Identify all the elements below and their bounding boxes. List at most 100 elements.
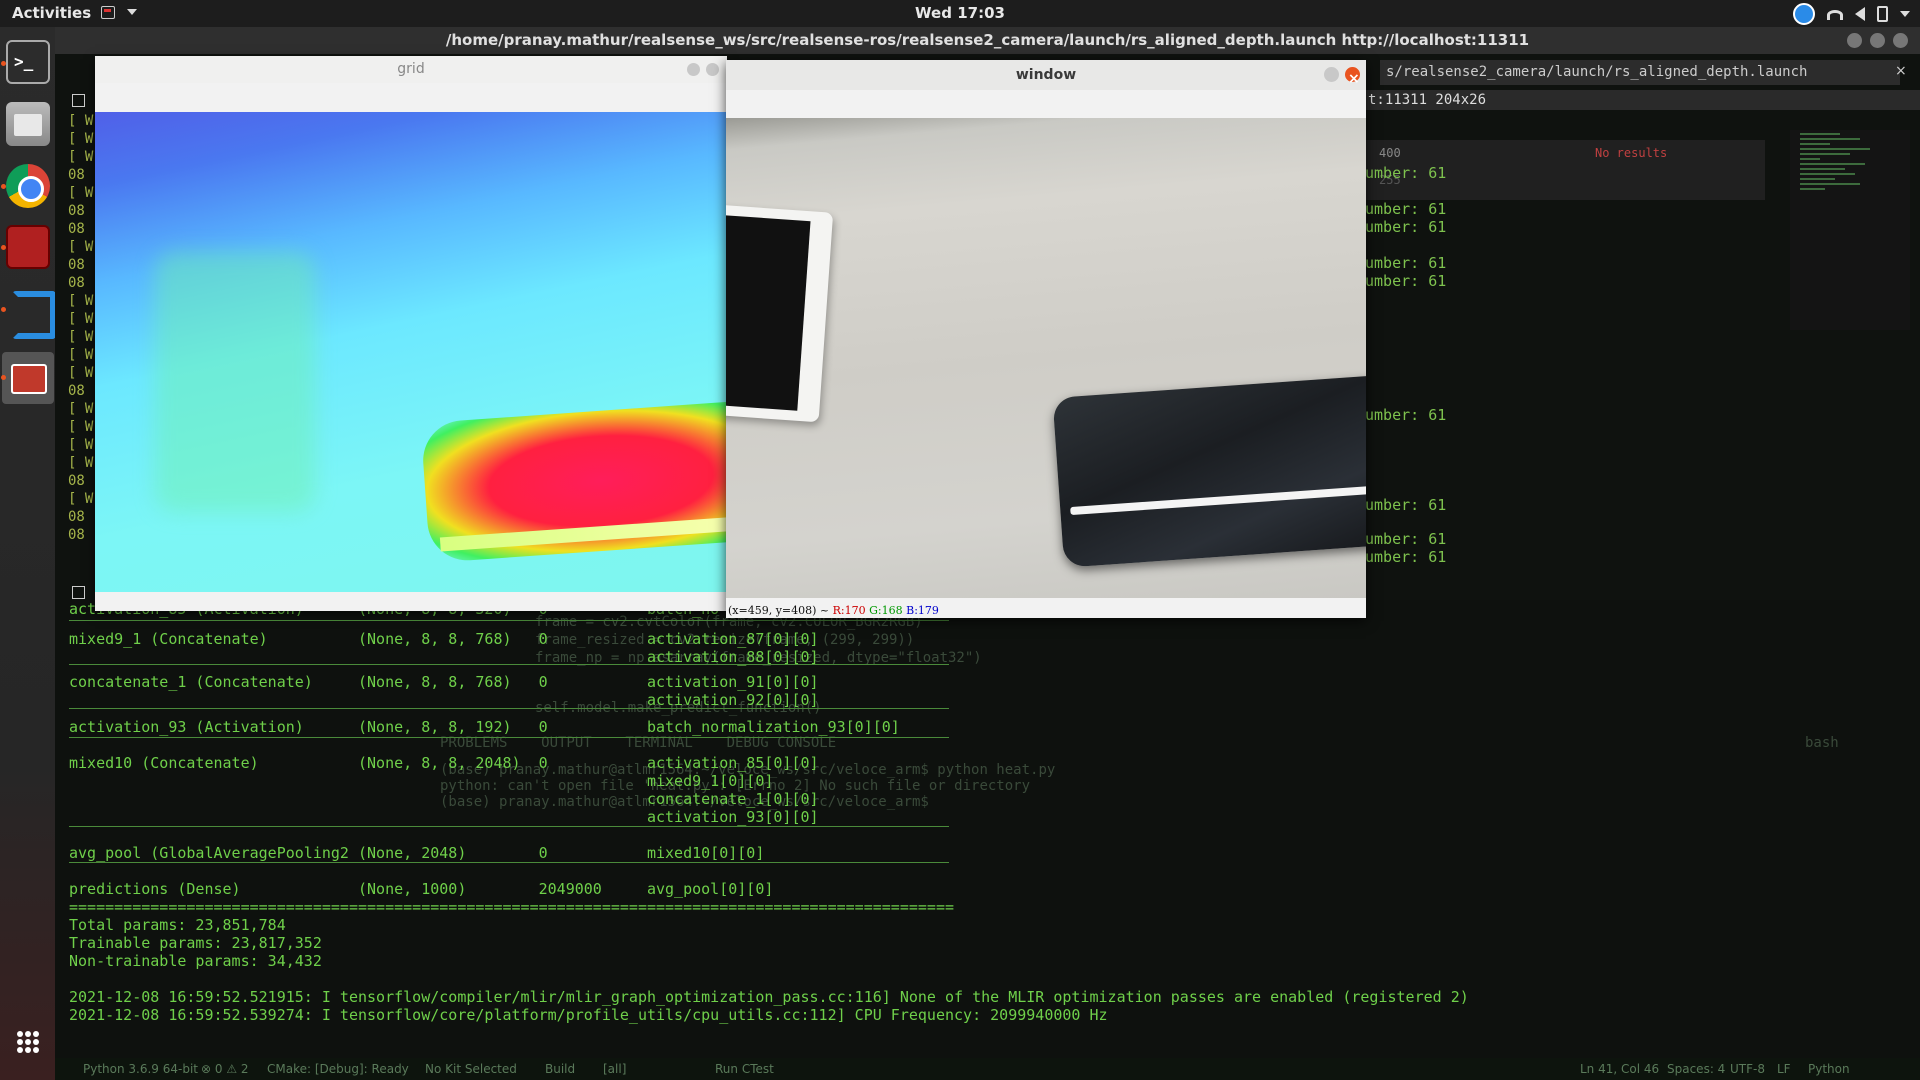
summary-line: concatenate_1 (Concatenate) (None, 8, 8,… xyxy=(69,673,819,691)
status-item[interactable]: Build xyxy=(545,1058,575,1080)
summary-line: 2021-12-08 16:59:52.521915: I tensorflow… xyxy=(69,988,1469,1006)
log-line: umber: 61 xyxy=(1365,272,1447,290)
image-window[interactable]: window (x=459, y=408) ~ R:170 G:168 B:17… xyxy=(726,60,1366,618)
status-item[interactable]: Ln 41, Col 46 xyxy=(1580,1058,1659,1080)
teamviewer-icon[interactable] xyxy=(1793,3,1815,25)
minimap[interactable] xyxy=(1790,130,1910,330)
pane-header: t:11311 204x26 xyxy=(1365,90,1920,110)
summary-line: avg_pool (GlobalAveragePooling2 (None, 2… xyxy=(69,844,765,862)
terminal-tab[interactable]: s/realsense2_camera/launch/rs_aligned_de… xyxy=(1380,60,1900,105)
window-controls xyxy=(1847,33,1908,48)
log-line: 08 xyxy=(68,527,85,543)
top-bar: Activities Wed 17:03 xyxy=(0,0,1920,27)
close-button[interactable] xyxy=(1893,33,1908,48)
image-title-text: window xyxy=(1015,67,1077,83)
log-line: [ W xyxy=(68,491,94,507)
log-line: [ W xyxy=(68,455,94,471)
status-item[interactable]: Python xyxy=(1808,1058,1850,1080)
status-item[interactable]: CMake: [Debug]: Ready xyxy=(267,1058,409,1080)
status-item[interactable]: No Kit Selected xyxy=(425,1058,517,1080)
summary-line: mixed9_1 (Concatenate) (None, 8, 8, 768)… xyxy=(69,630,819,648)
status-item[interactable]: Python 3.6.9 64-bit xyxy=(83,1058,198,1080)
dock: >_ xyxy=(0,27,56,1080)
summary-line: ========================================… xyxy=(69,898,955,916)
log-line: umber: 61 xyxy=(1365,218,1447,236)
status-item[interactable]: ⊗ 0 ⚠ 2 xyxy=(201,1058,249,1080)
summary-line: activation_93[0][0] xyxy=(69,808,819,826)
pane-split-icon[interactable] xyxy=(72,94,85,107)
log-line: umber: 61 xyxy=(1365,548,1447,566)
minimize-button[interactable] xyxy=(1847,33,1862,48)
close-button[interactable] xyxy=(1345,64,1360,94)
summary-line: Non-trainable params: 34,432 xyxy=(69,952,322,970)
log-line: 08 xyxy=(68,221,85,237)
running-indicator xyxy=(1,61,6,66)
remote-desktop-icon[interactable] xyxy=(6,225,50,269)
log-line: [ W xyxy=(68,131,94,147)
vscode-icon[interactable] xyxy=(6,287,56,339)
log-line: umber: 61 xyxy=(1365,406,1447,424)
log-line: [ W xyxy=(68,419,94,435)
window-controls xyxy=(687,63,719,76)
minimize-button[interactable] xyxy=(1324,67,1339,82)
camera-image[interactable] xyxy=(726,118,1366,598)
battery-icon[interactable] xyxy=(1877,6,1888,22)
log-line: [ W xyxy=(68,347,94,363)
image-window-title[interactable]: window xyxy=(726,60,1366,94)
blocked-app-icon[interactable] xyxy=(2,352,54,404)
log-line: umber: 61 xyxy=(1365,530,1447,548)
terminal-title[interactable]: /home/pranay.mathur/realsense_ws/src/rea… xyxy=(55,27,1920,54)
ghost-line: bash xyxy=(1805,735,1839,751)
log-line: 08 xyxy=(68,275,85,291)
volume-icon[interactable] xyxy=(1855,7,1865,21)
summary-separator xyxy=(69,664,949,665)
close-tab-button[interactable]: × xyxy=(1895,63,1907,79)
log-line: umber: 61 xyxy=(1365,496,1447,514)
minimize-button[interactable] xyxy=(687,63,700,76)
chrome-icon[interactable] xyxy=(6,164,50,208)
status-item[interactable]: Run CTest xyxy=(715,1058,774,1080)
clock[interactable]: Wed 17:03 xyxy=(0,4,1920,22)
summary-separator xyxy=(69,826,949,827)
summary-line: Trainable params: 23,817,352 xyxy=(69,934,322,952)
chevron-down-icon[interactable] xyxy=(1900,11,1910,17)
log-line: [ W xyxy=(68,311,94,327)
pixel-readout: (x=459, y=408) ~ R:170 G:168 B:179 xyxy=(726,603,1366,618)
wifi-icon[interactable] xyxy=(1827,10,1843,20)
pixel-b: B:179 xyxy=(906,604,939,617)
status-item[interactable]: Spaces: 4 xyxy=(1667,1058,1725,1080)
heat-region xyxy=(155,252,315,512)
summary-separator xyxy=(69,708,949,709)
tablet-in-image xyxy=(726,203,834,423)
summary-line: Total params: 23,851,784 xyxy=(69,916,286,934)
running-indicator xyxy=(1,245,6,250)
summary-line: mixed10 (Concatenate) (None, 8, 8, 2048)… xyxy=(69,754,819,772)
running-indicator xyxy=(1,184,6,189)
status-bar: Python 3.6.9 64-bit ⊗ 0 ⚠ 2 CMake: [Debug]… xyxy=(55,1058,1920,1080)
heatmap-image[interactable] xyxy=(95,112,727,592)
status-item[interactable]: [all] xyxy=(603,1058,626,1080)
summary-line: 2021-12-08 16:59:52.539274: I tensorflow… xyxy=(69,1006,1108,1024)
close-button[interactable] xyxy=(706,63,719,76)
log-line: 08 xyxy=(68,203,85,219)
show-applications-icon[interactable] xyxy=(17,1031,39,1053)
terminal-icon[interactable]: >_ xyxy=(6,40,50,84)
find-input[interactable]: 400 xyxy=(1379,146,1401,160)
maximize-button[interactable] xyxy=(1870,33,1885,48)
grid-window-title[interactable]: grid xyxy=(95,56,727,83)
pixel-coords: (x=459, y=408) ~ xyxy=(728,604,833,617)
files-icon[interactable] xyxy=(6,102,50,146)
status-item[interactable]: LF xyxy=(1777,1058,1791,1080)
window-controls xyxy=(1324,64,1360,94)
pane-split-icon[interactable] xyxy=(72,586,85,599)
summary-separator xyxy=(69,737,949,738)
log-line: umber: 61 xyxy=(1365,254,1447,272)
log-line: [ W xyxy=(68,365,94,381)
system-tray[interactable] xyxy=(1793,3,1910,25)
log-line: [ W xyxy=(68,185,94,201)
log-line: umber: 61 xyxy=(1365,200,1447,218)
log-line: [ W xyxy=(68,401,94,417)
summary-line: mixed9_1[0][0] xyxy=(69,772,774,790)
status-item[interactable]: UTF-8 xyxy=(1730,1058,1765,1080)
grid-window[interactable]: grid xyxy=(95,56,727,611)
